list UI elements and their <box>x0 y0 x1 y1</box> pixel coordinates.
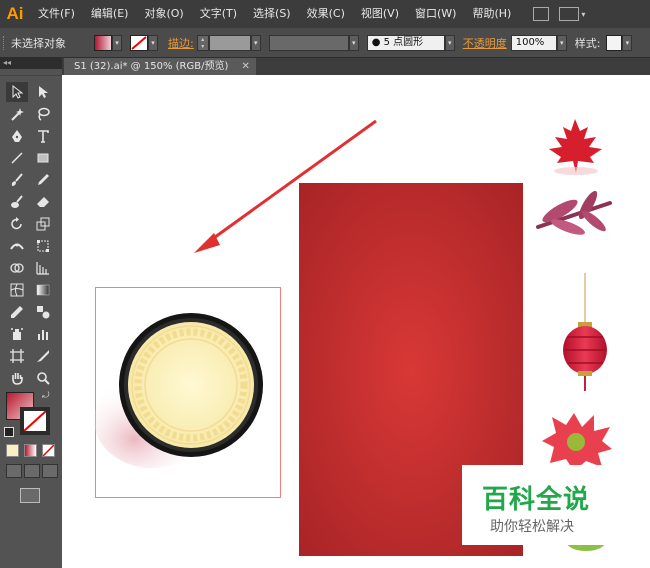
stroke-label[interactable]: 描边: <box>168 35 194 51</box>
draw-inside-icon[interactable] <box>42 464 58 478</box>
document-tab-bar: S1 (32).ai* @ 150% (RGB/预览) ✕ <box>62 58 650 75</box>
brush-dot-icon: ● <box>371 36 381 48</box>
eraser-tool-icon[interactable] <box>32 192 54 212</box>
blend-tool-icon[interactable] <box>32 302 54 322</box>
stroke-weight-field[interactable] <box>208 34 251 51</box>
artboard-canvas[interactable]: 百科全说 助你轻松解决 <box>62 75 650 568</box>
lantern-decoration[interactable] <box>563 273 607 391</box>
hand-tool-icon[interactable] <box>6 368 28 388</box>
fill-dropdown[interactable]: ▾ <box>112 34 122 51</box>
app-logo: Ai <box>6 4 24 23</box>
eyedropper-tool-icon[interactable] <box>6 302 28 322</box>
zoom-tool-icon[interactable] <box>32 368 54 388</box>
stroke-dropdown[interactable]: ▾ <box>148 34 158 51</box>
none-stroke-icon <box>43 445 54 456</box>
free-transform-tool-icon[interactable] <box>32 236 54 256</box>
stroke-weight-dropdown[interactable]: ▾ <box>250 34 261 51</box>
document-tab-title: S1 (32).ai* @ 150% (RGB/预览) <box>74 61 229 72</box>
direct-selection-tool-icon[interactable] <box>32 82 54 102</box>
draw-behind-icon[interactable] <box>24 464 40 478</box>
menu-object[interactable]: 对象(O) <box>136 0 191 28</box>
document-tab[interactable]: S1 (32).ai* @ 150% (RGB/预览) ✕ <box>64 58 256 75</box>
style-dropdown[interactable]: ▾ <box>622 34 633 51</box>
symbol-sprayer-tool-icon[interactable] <box>6 324 28 344</box>
pencil-tool-icon[interactable] <box>32 170 54 190</box>
width-tool-icon[interactable] <box>6 236 28 256</box>
dragonfly-decoration[interactable] <box>536 189 612 238</box>
menu-edit[interactable]: 编辑(E) <box>83 0 137 28</box>
none-stroke-icon <box>131 35 147 50</box>
brush-dropdown[interactable]: ▾ <box>444 34 455 51</box>
variable-width-field[interactable] <box>268 34 349 51</box>
watermark-subtitle: 助你轻松解决 <box>490 519 574 535</box>
rotate-tool-icon[interactable] <box>6 214 28 234</box>
menu-view[interactable]: 视图(V) <box>353 0 407 28</box>
menu-file[interactable]: 文件(F) <box>30 0 83 28</box>
line-segment-tool-icon[interactable] <box>6 148 28 168</box>
column-graph-tool-icon[interactable] <box>32 324 54 344</box>
default-colors-icon[interactable] <box>4 427 14 437</box>
opacity-dropdown[interactable]: ▾ <box>556 34 567 51</box>
gradient-tool-icon[interactable] <box>32 280 54 300</box>
menu-effect[interactable]: 效果(C) <box>299 0 353 28</box>
style-swatch[interactable] <box>606 34 623 51</box>
none-stroke-icon <box>24 411 46 431</box>
scale-tool-icon[interactable] <box>32 214 54 234</box>
swap-colors-icon[interactable]: ⤾ <box>42 391 50 401</box>
magic-wand-tool-icon[interactable] <box>6 104 28 124</box>
rectangle-tool-icon[interactable] <box>32 148 54 168</box>
lotus-flower-decoration[interactable] <box>542 413 612 471</box>
menu-bar: Ai 文件(F) 编辑(E) 对象(O) 文字(T) 选择(S) 效果(C) 视… <box>0 0 650 28</box>
stroke-weight-stepper[interactable]: ▴ ▾ <box>196 34 209 51</box>
mesh-tool-icon[interactable] <box>6 280 28 300</box>
type-tool-icon[interactable] <box>32 126 54 146</box>
none-mode-button[interactable] <box>42 444 55 457</box>
arrange-documents-icon[interactable] <box>559 7 580 21</box>
maple-leaf-decoration[interactable] <box>549 119 602 175</box>
blob-brush-tool-icon[interactable] <box>6 192 28 212</box>
watermark-title: 百科全说 <box>482 485 591 515</box>
color-mode-button[interactable] <box>6 444 19 457</box>
selection-status: 未选择对象 <box>11 36 66 50</box>
style-label: 样式: <box>574 36 601 50</box>
panel-collapse-icon[interactable]: ◂◂ <box>0 57 62 69</box>
shape-builder-tool-icon[interactable] <box>6 258 28 278</box>
selection-tool-icon[interactable] <box>6 82 28 102</box>
round-plate[interactable] <box>119 313 263 457</box>
brush-definition-field[interactable]: ● 5 点圆形 <box>366 34 445 51</box>
pen-tool-icon[interactable] <box>6 126 28 146</box>
variable-width-dropdown[interactable]: ▾ <box>348 34 359 51</box>
panel-grip <box>0 69 62 76</box>
artboard-tool-icon[interactable] <box>6 346 28 366</box>
opacity-label[interactable]: 不透明度 <box>463 35 507 51</box>
control-bar: 未选择对象 ▾ ▾ 描边: ▴ ▾ ▾ ▾ ● 5 点圆形 ▾ 不透明度 100%… <box>0 28 650 58</box>
stroke-color-swatch[interactable] <box>20 407 50 435</box>
brush-value: 5 点圆形 <box>383 36 424 48</box>
close-icon[interactable]: ✕ <box>242 61 250 72</box>
menu-help[interactable]: 帮助(H) <box>464 0 519 28</box>
lasso-tool-icon[interactable] <box>32 104 54 124</box>
perspective-grid-tool-icon[interactable] <box>32 258 54 278</box>
watermark-badge: 百科全说 助你轻松解决 <box>462 465 630 545</box>
bridge-icon[interactable] <box>533 7 550 21</box>
stroke-swatch[interactable] <box>130 34 148 51</box>
grip-icon <box>3 35 7 50</box>
menu-window[interactable]: 窗口(W) <box>407 0 464 28</box>
draw-normal-icon[interactable] <box>6 464 22 478</box>
chevron-down-icon[interactable]: ▾ <box>581 10 585 19</box>
opacity-field[interactable]: 100% <box>510 34 557 51</box>
menu-select[interactable]: 选择(S) <box>245 0 299 28</box>
menu-type[interactable]: 文字(T) <box>192 0 245 28</box>
gradient-mode-button[interactable] <box>24 444 37 457</box>
slice-tool-icon[interactable] <box>32 346 54 366</box>
tools-panel: ◂◂ ⤾ <box>0 57 63 568</box>
paintbrush-tool-icon[interactable] <box>6 170 28 190</box>
fill-swatch[interactable] <box>94 34 112 51</box>
screen-mode-icon[interactable] <box>20 488 40 503</box>
